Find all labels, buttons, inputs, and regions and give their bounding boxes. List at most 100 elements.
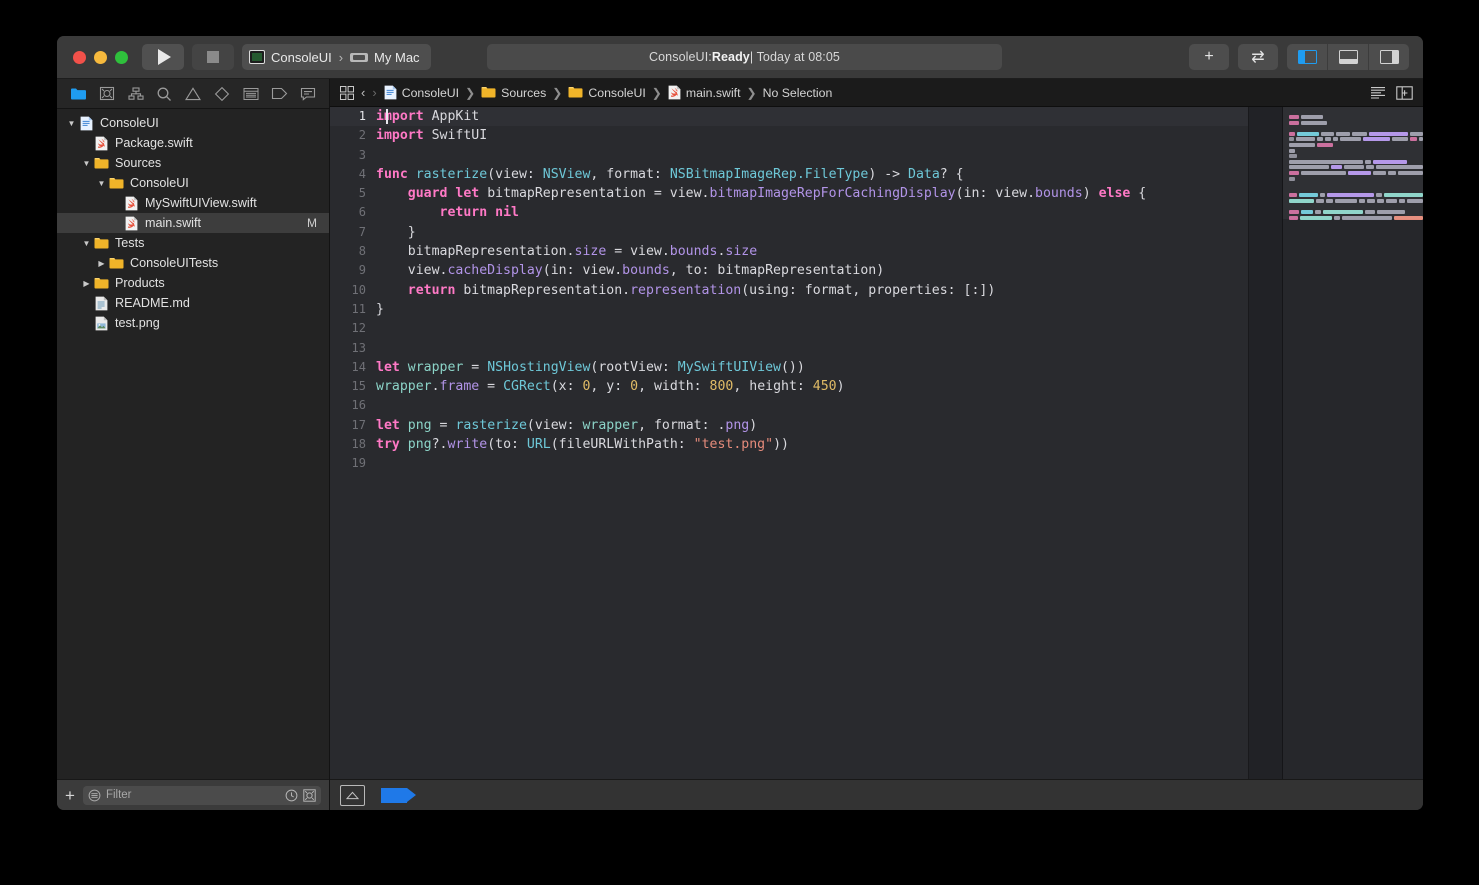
breadcrumb-item[interactable]: No Selection [763,86,833,100]
disclosure-closed-icon[interactable]: ▶ [95,259,108,268]
source-code-editor[interactable]: 1 import AppKit 2 import SwiftUI 3 4 func rast… [330,107,1282,779]
code-line[interactable]: 16 [330,396,1282,415]
navigator-tab-bar [57,79,329,109]
zoom-button[interactable] [115,50,128,64]
code-line[interactable]: 9 view.cacheDisplay(in: view.bounds, to:… [330,261,1282,280]
disclosure-closed-icon[interactable]: ▶ [80,279,93,288]
code-token: frame [439,379,480,395]
code-token: cacheDisplay [447,263,543,279]
code-line[interactable]: 2 import SwiftUI [330,126,1282,145]
disclosure-open-icon[interactable]: ▼ [65,119,78,128]
code-line[interactable]: 12 [330,319,1282,338]
file-tree-row[interactable]: README.md [57,293,329,313]
minimap-icon[interactable] [1370,86,1386,99]
project-file-tree[interactable]: ▼ ConsoleUI Package.swift ▼ Sources ▼ ConsoleU… [57,109,329,779]
find-navigator-icon[interactable] [153,84,175,104]
text-cursor [386,109,388,124]
toggle-debug-area-button[interactable] [1328,44,1369,70]
breakpoints-icon[interactable] [340,784,365,806]
navigate-forward-button[interactable]: › [372,85,376,100]
close-button[interactable] [73,50,86,64]
stop-button[interactable] [192,44,234,70]
scheme-selector[interactable]: ConsoleUI › My Mac [242,44,431,70]
window-body: ▼ ConsoleUI Package.swift ▼ Sources ▼ ConsoleU… [57,79,1423,810]
file-tree-row[interactable]: ▶ ConsoleUITests [57,253,329,273]
minimap-viewport[interactable] [1283,107,1423,219]
navigate-back-button[interactable]: ‹ [361,85,365,100]
breadcrumb-item[interactable]: Sources [481,86,546,100]
folder-icon [481,86,496,99]
clock-icon[interactable] [285,789,298,802]
run-button[interactable] [142,44,184,70]
project-file-icon [78,116,95,131]
file-tree-row[interactable]: ▶ Products [57,273,329,293]
code-line[interactable]: 18 try png?.write(to: URL(fileURLWithPath… [330,435,1282,454]
related-items-icon[interactable] [340,85,354,100]
breakpoint-navigator-icon[interactable] [211,84,233,104]
code-line[interactable]: 1 import AppKit [330,107,1282,127]
code-minimap[interactable] [1282,107,1423,779]
code-line[interactable]: 14 let wrapper = NSHostingView(rootView: … [330,358,1282,377]
code-token: (view: [526,417,583,433]
breadcrumb-item[interactable]: ConsoleUI [384,85,459,100]
code-line[interactable]: 15 wrapper.frame = CGRect(x: 0, y: 0, wid… [330,377,1282,396]
activity-status-bar[interactable]: ConsoleUI: Ready | Today at 08:05 [487,44,1002,70]
file-tree-row[interactable]: ▼ Tests [57,233,329,253]
line-number: 1 [358,109,366,123]
code-token: try [376,437,400,453]
test-navigator-icon[interactable] [240,84,262,104]
code-line[interactable]: 8 bitmapRepresentation.size = view.bound… [330,242,1282,261]
code-line[interactable]: 10 return bitmapRepresentation.represent… [330,281,1282,300]
code-line[interactable]: 13 [330,339,1282,358]
add-editor-icon[interactable] [1396,85,1413,100]
breadcrumb-item[interactable]: ConsoleUI [568,86,646,100]
file-tree-row[interactable]: test.png [57,313,329,333]
code-line[interactable]: 11} [330,300,1282,319]
pane-toggle-group [1287,44,1409,70]
disclosure-open-icon[interactable]: ▼ [80,239,93,248]
project-navigator-icon[interactable] [67,84,89,104]
file-tree-row[interactable]: ▼ ConsoleUI [57,113,329,133]
minimize-button[interactable] [94,50,107,64]
file-tree-row[interactable]: ▼ ConsoleUI [57,173,329,193]
editor-scroll-strip[interactable] [1248,107,1283,779]
disclosure-open-icon[interactable]: ▼ [80,159,93,168]
code-token: ) [749,417,758,433]
code-line[interactable]: 19 [330,454,1282,473]
toggle-navigator-button[interactable] [1287,44,1328,70]
add-file-button[interactable]: + [65,787,75,804]
report-navigator-icon[interactable] [297,84,319,104]
add-button[interactable]: + [1189,44,1229,70]
code-line[interactable]: 3 [330,146,1282,165]
source-control-navigator-icon[interactable] [96,84,118,104]
toggle-view-button[interactable]: ⇄ [1238,44,1278,70]
code-line[interactable]: 4 func rasterize(view: NSView, format: NS… [330,165,1282,184]
tag-navigator-icon[interactable] [268,84,290,104]
breadcrumb-item[interactable]: main.swift [668,85,741,100]
code-line[interactable]: 5 guard let bitmapRepresentation = view.… [330,184,1282,203]
filter-input[interactable]: Filter [82,785,321,805]
code-content[interactable]: 1 import AppKit 2 import SwiftUI 3 4 func rast… [330,107,1282,474]
code-line[interactable]: 6 return nil [330,203,1282,222]
line-number: 2 [358,128,366,143]
code-token: NSBitmapImageRep.FileType [669,166,869,182]
file-tree-row[interactable]: Package.swift [57,133,329,153]
breadcrumb-label: No Selection [762,85,833,100]
file-tree-row[interactable]: MySwiftUIView.swift [57,193,329,213]
source-control-icon[interactable] [303,788,316,802]
issue-tag-icon[interactable] [381,787,416,803]
toolbar-right-group: + ⇄ [1189,44,1413,70]
file-tree-row[interactable]: ▼ Sources [57,153,329,173]
code-line[interactable]: 7 } [330,223,1282,242]
issue-navigator-icon[interactable] [182,84,204,104]
toggle-inspector-button[interactable] [1369,44,1409,70]
line-number: 17 [351,417,366,432]
breadcrumb[interactable]: ConsoleUI ❯ Sources ❯ ConsoleUI ❯ main.swift ❯ N… [384,85,833,100]
code-token: = view. [606,244,670,260]
folder-icon [568,86,583,99]
file-tree-row[interactable]: main.swift M [57,213,329,233]
code-line[interactable]: 17 let png = rasterize(view: wrapper, for… [330,416,1282,435]
disclosure-open-icon[interactable]: ▼ [95,179,108,188]
hierarchy-navigator-icon[interactable] [125,84,147,104]
console-app-icon [249,50,265,64]
